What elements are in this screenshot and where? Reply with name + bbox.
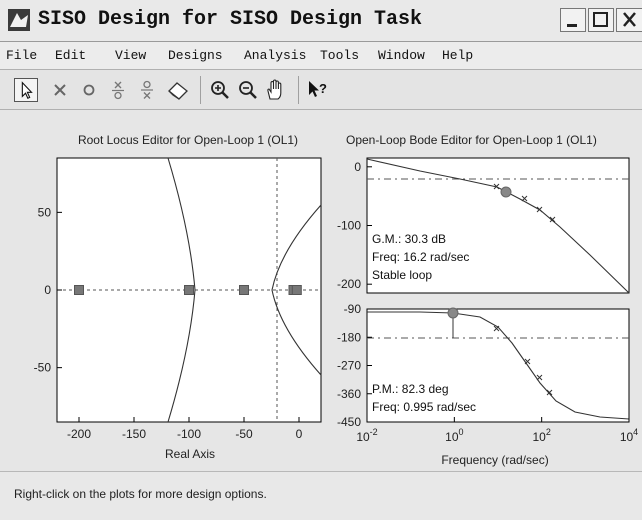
phase-margin-handle[interactable] — [447, 307, 459, 319]
status-text: Right-click on the plots for more design… — [14, 487, 267, 501]
menu-designs[interactable]: Designs — [168, 48, 223, 63]
window-title: SISO Design for SISO Design Task — [38, 8, 423, 31]
eraser-icon[interactable] — [166, 78, 190, 102]
x-tick-label: -200 — [67, 427, 91, 441]
minimize-button[interactable] — [560, 8, 586, 32]
y-tick-label: -450 — [337, 415, 361, 429]
x-tick-label: 104 — [620, 427, 638, 444]
phase-margin-freq-text: Freq: 0.995 rad/sec — [372, 400, 476, 414]
siso-design-window: SISO Design for SISO Design Task File Ed… — [0, 0, 642, 520]
add-pole-icon[interactable] — [48, 78, 72, 102]
plot-area[interactable]: Root Locus Editor for Open-Loop 1 (OL1) … — [0, 111, 642, 471]
pan-hand-icon[interactable] — [263, 78, 287, 102]
menu-window[interactable]: Window — [378, 48, 425, 63]
x-tick-label: 100 — [445, 427, 463, 444]
pole-marker[interactable] — [291, 285, 302, 295]
zoom-out-icon[interactable] — [236, 78, 260, 102]
add-zero-icon[interactable] — [77, 78, 101, 102]
zoom-in-icon[interactable] — [208, 78, 232, 102]
menu-file[interactable]: File — [6, 48, 37, 63]
toolbar-separator — [298, 76, 299, 104]
y-tick-label: 50 — [38, 205, 52, 219]
menu-view[interactable]: View — [115, 48, 146, 63]
menu-edit[interactable]: Edit — [55, 48, 86, 63]
gain-handle[interactable] — [500, 186, 512, 198]
y-tick-label: -360 — [337, 387, 361, 401]
x-tick-label: 102 — [532, 427, 550, 444]
add-lead-icon[interactable] — [106, 78, 130, 102]
y-tick-label: 0 — [354, 160, 361, 174]
select-arrow-icon[interactable] — [14, 78, 38, 102]
x-tick-label: 10-2 — [356, 427, 377, 444]
y-tick-label: 0 — [44, 283, 51, 297]
pole-marker[interactable] — [74, 285, 84, 295]
y-tick-label: -100 — [337, 219, 361, 233]
x-tick-label: -50 — [235, 427, 253, 441]
y-tick-label: -200 — [337, 277, 361, 291]
y-tick-label: -270 — [337, 359, 361, 373]
y-tick-label: -180 — [337, 330, 361, 344]
close-button[interactable] — [616, 8, 642, 32]
toolbar: ? — [0, 70, 642, 110]
matlab-app-icon — [8, 9, 30, 31]
add-lag-icon[interactable] — [135, 78, 159, 102]
title-bar[interactable]: SISO Design for SISO Design Task — [0, 0, 642, 42]
root-locus-xlabel: Real Axis — [165, 447, 215, 461]
menu-bar: File Edit View Designs Analysis Tools Wi… — [0, 42, 642, 70]
gain-margin-text: G.M.: 30.3 dB — [372, 232, 446, 246]
close-icon — [623, 12, 636, 27]
pole-marker[interactable] — [184, 285, 194, 295]
phase-margin-text: P.M.: 82.3 deg — [372, 382, 449, 396]
y-tick-label: -90 — [344, 302, 362, 316]
menu-analysis[interactable]: Analysis — [244, 48, 306, 63]
stability-text: Stable loop — [372, 268, 432, 282]
x-tick-label: -100 — [177, 427, 201, 441]
y-tick-label: -50 — [34, 361, 52, 375]
svg-text:?: ? — [319, 81, 327, 96]
x-tick-label: -150 — [122, 427, 146, 441]
pole-marker[interactable] — [239, 285, 249, 295]
bode-title: Open-Loop Bode Editor for Open-Loop 1 (O… — [346, 133, 597, 147]
root-locus-title: Root Locus Editor for Open-Loop 1 (OL1) — [78, 133, 298, 147]
gain-margin-freq-text: Freq: 16.2 rad/sec — [372, 250, 469, 264]
x-tick-label: 0 — [296, 427, 303, 441]
context-help-icon[interactable]: ? — [306, 78, 330, 102]
minimize-icon — [567, 24, 577, 27]
maximize-icon — [593, 12, 608, 27]
status-bar: Right-click on the plots for more design… — [0, 471, 642, 520]
menu-help[interactable]: Help — [442, 48, 473, 63]
bode-xlabel: Frequency (rad/sec) — [441, 453, 548, 467]
maximize-button[interactable] — [588, 8, 614, 32]
menu-tools[interactable]: Tools — [320, 48, 359, 63]
toolbar-separator — [200, 76, 201, 104]
